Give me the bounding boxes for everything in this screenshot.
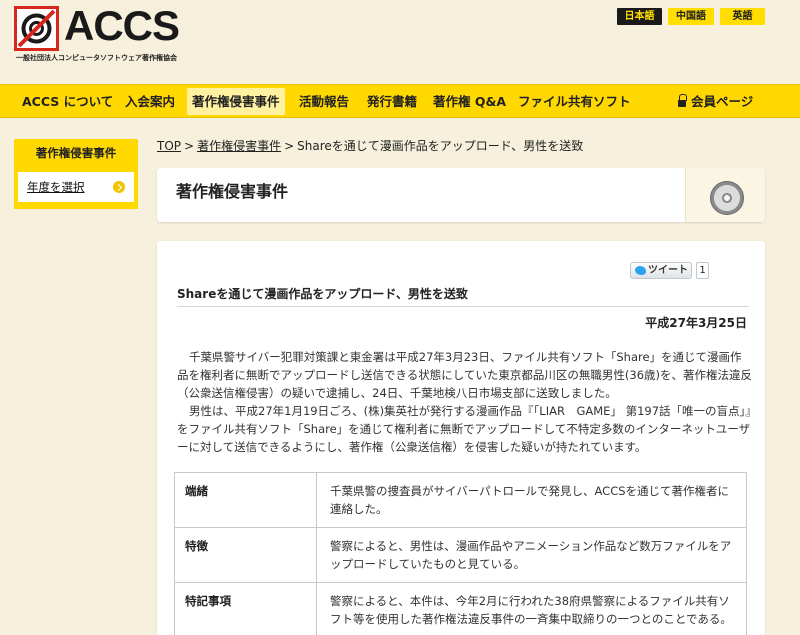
page-title: 著作権侵害事件 <box>176 182 289 201</box>
breadcrumb-separator: > <box>184 139 195 153</box>
year-select-label: 年度を選択 <box>27 180 85 194</box>
sidebar-body: 年度を選択 <box>14 168 138 209</box>
case-details-table: 端緒 千葉県警の捜査員がサイバーパトロールで発見し、ACCSを通じて著作権者に連… <box>174 472 747 635</box>
lock-icon <box>678 94 687 107</box>
logo-text: ACCS <box>64 2 180 49</box>
detail-key: 特記事項 <box>174 582 317 635</box>
breadcrumb-section[interactable]: 著作権侵害事件 <box>197 139 281 153</box>
logo-subtitle: 一般社団法人コンピュータソフトウェア著作権協会 <box>16 54 177 62</box>
nav-item-about[interactable]: ACCS について <box>17 88 118 115</box>
detail-value: 千葉県警の捜査員がサイバーパトロールで発見し、ACCSを通じて著作権者に連絡した… <box>316 472 747 528</box>
detail-value: 警察によると、本件は、今年2月に行われた38府県警察によるファイル共有ソフト等を… <box>316 582 747 635</box>
nav-item-activities[interactable]: 活動報告 <box>294 88 354 115</box>
sidebar: 著作権侵害事件 年度を選択 <box>14 139 138 209</box>
accs-logo[interactable]: ACCS 一般社団法人コンピュータソフトウェア著作権協会 <box>14 2 204 64</box>
page-title-box: 著作権侵害事件 <box>157 168 765 222</box>
nav-item-infringement[interactable]: 著作権侵害事件 <box>187 88 285 115</box>
detail-key: 端緒 <box>174 472 317 528</box>
breadcrumb-home[interactable]: TOP <box>157 139 181 153</box>
article: ツイート 1 Shareを通じて漫画作品をアップロード、男性を送致 平成27年3… <box>157 241 765 635</box>
detail-key: 特徴 <box>174 527 317 583</box>
arrow-right-circle-icon <box>113 181 125 193</box>
twitter-bird-icon <box>635 266 646 275</box>
logo-mark-icon <box>14 6 59 51</box>
member-page-label: 会員ページ <box>691 94 754 109</box>
main-nav: ACCS について 入会案内 著作権侵害事件 活動報告 発行書籍 著作権 Q&A… <box>0 84 800 118</box>
detail-value: 警察によると、男性は、漫画作品やアニメーション作品など数万ファイルをアップロード… <box>316 527 747 583</box>
article-title: Shareを通じて漫画作品をアップロード、男性を送致 <box>177 287 468 301</box>
lang-english-button[interactable]: 英語 <box>720 8 765 25</box>
article-body: 千葉県警サイバー犯罪対策課と東金署は平成27年3月23日、ファイル共有ソフト「S… <box>177 348 753 456</box>
tweet-count: 1 <box>696 262 709 279</box>
nav-item-member-page[interactable]: 会員ページ <box>673 88 758 115</box>
site-header: ACCS 一般社団法人コンピュータソフトウェア著作権協会 日本語 中国語 英語 <box>0 0 800 84</box>
title-divider <box>177 306 749 307</box>
nav-item-join[interactable]: 入会案内 <box>120 88 180 115</box>
nav-item-publications[interactable]: 発行書籍 <box>362 88 422 115</box>
breadcrumb-separator: > <box>284 139 295 153</box>
tweet-button[interactable]: ツイート <box>630 262 692 279</box>
year-select-link[interactable]: 年度を選択 <box>18 172 134 202</box>
table-row: 特徴 警察によると、男性は、漫画作品やアニメーション作品など数万ファイルをアップ… <box>174 527 747 583</box>
lang-chinese-button[interactable]: 中国語 <box>668 8 714 25</box>
article-paragraph: 男性は、平成27年1月19日ごろ、(株)集英社が発行する漫画作品『「LIAR G… <box>177 404 752 454</box>
sidebar-heading: 著作権侵害事件 <box>14 139 138 168</box>
breadcrumb: TOP > 著作権侵害事件 > Shareを通じて漫画作品をアップロード、男性を送致 <box>157 138 583 154</box>
table-row: 特記事項 警察によると、本件は、今年2月に行われた38府県警察によるファイル共有… <box>174 582 747 635</box>
nav-item-file-sharing[interactable]: ファイル共有ソフト <box>513 88 636 115</box>
tweet-label: ツイート <box>648 265 688 276</box>
article-paragraph: 千葉県警サイバー犯罪対策課と東金署は平成27年3月23日、ファイル共有ソフト「S… <box>177 350 753 400</box>
article-date: 平成27年3月25日 <box>645 316 747 330</box>
breadcrumb-current: Shareを通じて漫画作品をアップロード、男性を送致 <box>297 139 584 153</box>
nav-item-qa[interactable]: 著作権 Q&A <box>428 88 511 115</box>
disc-icon <box>710 181 744 215</box>
title-icon-panel <box>685 168 765 222</box>
lang-japanese-button[interactable]: 日本語 <box>617 8 662 25</box>
table-row: 端緒 千葉県警の捜査員がサイバーパトロールで発見し、ACCSを通じて著作権者に連… <box>174 472 747 528</box>
